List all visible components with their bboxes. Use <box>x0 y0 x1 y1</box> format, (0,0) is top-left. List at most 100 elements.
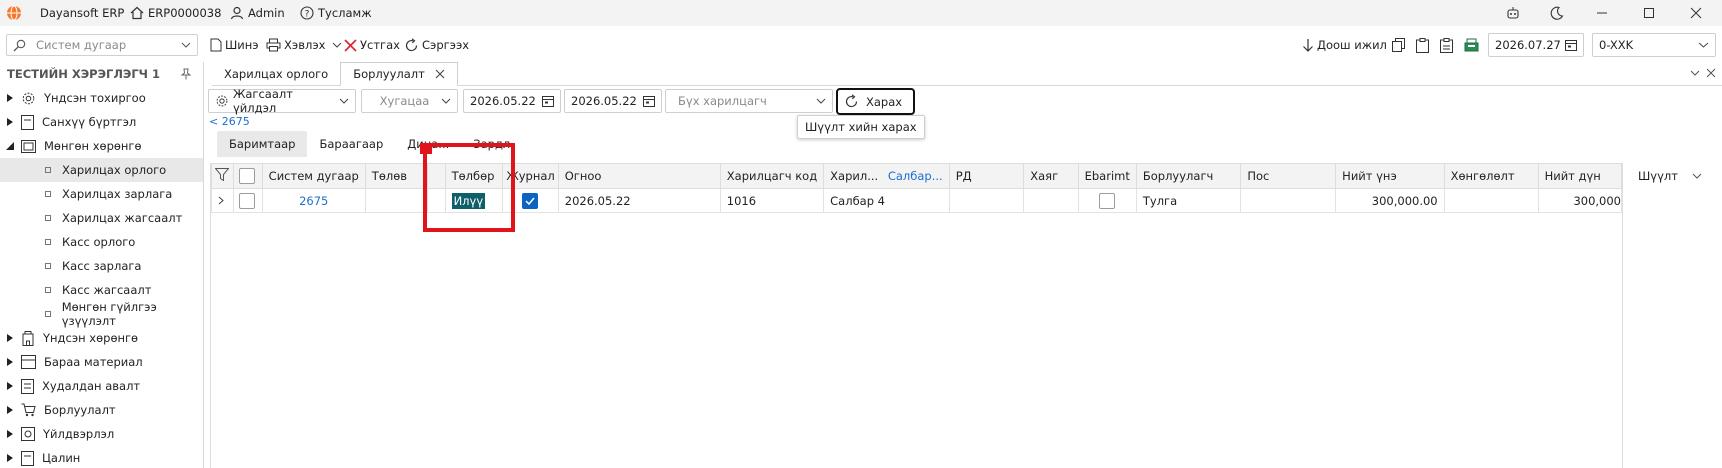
sidebar-item-cash-assets[interactable]: Мөнгөн хөрөнгө <box>0 134 203 158</box>
customer-name-cell[interactable]: Салбар 4 <box>823 188 950 213</box>
ledger-icon <box>21 114 34 130</box>
sidebar-item-inventory[interactable]: Бараа материал <box>0 350 203 374</box>
customer-dropdown[interactable]: Бүх харилцагч <box>665 89 833 113</box>
ebarimt-cell[interactable] <box>1077 188 1137 213</box>
sidebar-item-sales[interactable]: Борлуулалт <box>0 398 203 422</box>
list-action-dropdown[interactable]: Жагсаалт үйлдэл <box>208 87 356 115</box>
user-menu[interactable]: Admin <box>230 0 285 26</box>
date-to-picker[interactable]: 2026.05.22 <box>564 89 662 113</box>
copy-down-button[interactable]: Доош ижил <box>1302 33 1387 57</box>
date-from-picker[interactable]: 2026.05.22 <box>463 89 561 113</box>
seller-cell[interactable]: Тулга <box>1135 188 1242 213</box>
chevron-down-icon <box>332 42 342 48</box>
select-all-header[interactable] <box>232 163 263 189</box>
grand-total-cell[interactable]: 300,000 <box>1537 188 1623 213</box>
sidebar-item-accounting[interactable]: Санхүү бүртгэл <box>0 110 203 134</box>
tab-sales[interactable]: Борлуулалт <box>340 61 458 86</box>
row-select-cell[interactable] <box>232 188 263 213</box>
tab-bank-income[interactable]: Харилцах орлого <box>212 62 340 86</box>
pos-cell[interactable] <box>1240 188 1337 213</box>
system-number-search[interactable]: Систем дугаар <box>6 34 198 56</box>
filter-panel-label: Шүүлт <box>1638 168 1678 183</box>
close-tab-icon[interactable] <box>435 69 445 79</box>
paste-button[interactable] <box>1416 33 1429 57</box>
delete-button[interactable]: Устгах <box>344 33 400 57</box>
customer-code-cell[interactable]: 1016 <box>719 188 825 213</box>
maximize-button[interactable] <box>1643 0 1655 26</box>
column-header-customer-code[interactable]: Харилцагч код <box>719 163 825 189</box>
close-all-tabs-icon[interactable] <box>1706 68 1716 78</box>
column-header-total[interactable]: Нийт үнэ <box>1335 163 1445 189</box>
new-button[interactable]: Шинэ <box>210 33 259 57</box>
minimize-button[interactable] <box>1596 0 1608 26</box>
sidebar-item-bank-expense[interactable]: Харилцах зарлага <box>0 182 203 206</box>
filter-panel-header[interactable]: Шүүлт <box>1623 163 1722 188</box>
chevron-right-icon[interactable] <box>218 196 224 205</box>
sales-grid: Систем дугаар Төлөв Төлбөр Журнал Огноо … <box>210 163 1623 468</box>
print-button[interactable]: Хэвлэх <box>266 33 342 57</box>
robot-button[interactable] <box>1505 0 1521 26</box>
sidebar-item-cash-list[interactable]: Касс жагсаалт <box>0 278 203 302</box>
ebarimt-checkbox[interactable] <box>1099 192 1116 209</box>
column-header-status[interactable]: Төлөв <box>364 163 429 189</box>
expand-arrow-icon[interactable] <box>3 430 17 438</box>
expand-arrow-icon[interactable] <box>3 118 17 126</box>
company-selector[interactable]: ERP0000038 <box>130 0 221 26</box>
theme-toggle[interactable] <box>1550 0 1564 26</box>
copy-button[interactable] <box>1392 33 1405 57</box>
sidebar-item-cash-expense[interactable]: Касс зарлага <box>0 254 203 278</box>
tab-by-document[interactable]: Баримтаар <box>217 131 308 157</box>
sidebar-item-bank-list[interactable]: Харилцах жагсаалт <box>0 206 203 230</box>
expand-arrow-icon[interactable] <box>3 334 17 342</box>
address-cell[interactable] <box>1023 188 1079 213</box>
paste-special-button[interactable] <box>1440 33 1453 57</box>
sidebar-item-cash-flow-indicator[interactable]: Мөнгөн гүйлгээ үзүүлэлт <box>0 300 203 328</box>
column-header-address[interactable]: Хаяг <box>1023 163 1079 189</box>
cash-register-button[interactable] <box>1464 33 1479 57</box>
period-dropdown[interactable]: Хугацаа <box>361 89 458 113</box>
sidebar-item-payroll[interactable]: Цалин <box>0 446 203 468</box>
sidebar-item-settings[interactable]: Үндсэн тохиргоо <box>0 86 203 110</box>
expand-arrow-icon[interactable] <box>3 358 17 366</box>
total-cell[interactable]: 300,000.00 <box>1335 188 1445 213</box>
row-checkbox[interactable] <box>238 192 255 209</box>
column-header-rd[interactable]: РД <box>948 163 1025 189</box>
row-expand-cell[interactable] <box>211 188 234 213</box>
view-button[interactable]: Харах <box>836 88 915 115</box>
sidebar-item-purchasing[interactable]: Худалдан авалт <box>0 374 203 398</box>
work-date-picker[interactable]: 2026.07.27 <box>1488 33 1584 57</box>
column-header-sys-num[interactable]: Систем дугаар <box>261 163 366 189</box>
sidebar-item-production[interactable]: Үйлдвэрлэл <box>0 422 203 446</box>
sidebar-item-fixed-assets[interactable]: Үндсэн хөрөнгө <box>0 326 203 350</box>
tab-overflow-chevron-icon[interactable] <box>1690 70 1700 76</box>
column-header-date[interactable]: Огноо <box>557 163 721 189</box>
sidebar-item-bank-income[interactable]: Харилцах орлого <box>0 158 203 182</box>
branch-selector[interactable]: 0-XXK <box>1592 33 1716 57</box>
sidebar-item-cash-income[interactable]: Касс орлого <box>0 230 203 254</box>
expand-arrow-icon[interactable] <box>3 382 17 390</box>
refresh-button[interactable]: Сэргээх <box>404 33 469 57</box>
journal-checkbox[interactable] <box>522 192 539 209</box>
column-header-grand-total[interactable]: Нийт дүн <box>1537 163 1623 189</box>
back-link[interactable]: < 2675 <box>209 115 250 128</box>
date-cell[interactable]: 2026.05.22 <box>557 188 721 213</box>
status-cell[interactable] <box>364 188 429 213</box>
column-header-seller[interactable]: Борлуулагч <box>1135 163 1242 189</box>
column-header-discount[interactable]: Хөнгөлөлт <box>1443 163 1539 189</box>
column-header-customer-name[interactable]: Харил... Салбар... <box>823 163 950 189</box>
close-window-button[interactable] <box>1690 0 1702 26</box>
sys-num-cell[interactable]: 2675 <box>261 188 366 213</box>
collapse-arrow-icon[interactable] <box>3 142 17 150</box>
help-menu[interactable]: ? Тусламж <box>300 0 372 26</box>
rd-cell[interactable] <box>948 188 1025 213</box>
expand-arrow-icon[interactable] <box>3 454 17 462</box>
pin-icon[interactable] <box>180 68 192 80</box>
column-header-ebarimt[interactable]: Ebarimt <box>1077 163 1137 189</box>
select-all-checkbox[interactable] <box>238 168 255 184</box>
expand-arrow-icon[interactable] <box>3 406 17 414</box>
column-header-pos[interactable]: Пос <box>1240 163 1337 189</box>
tab-by-item[interactable]: Бараагаар <box>307 131 395 157</box>
discount-cell[interactable] <box>1443 188 1539 213</box>
filter-column-header[interactable] <box>211 163 234 189</box>
expand-arrow-icon[interactable] <box>3 94 17 102</box>
